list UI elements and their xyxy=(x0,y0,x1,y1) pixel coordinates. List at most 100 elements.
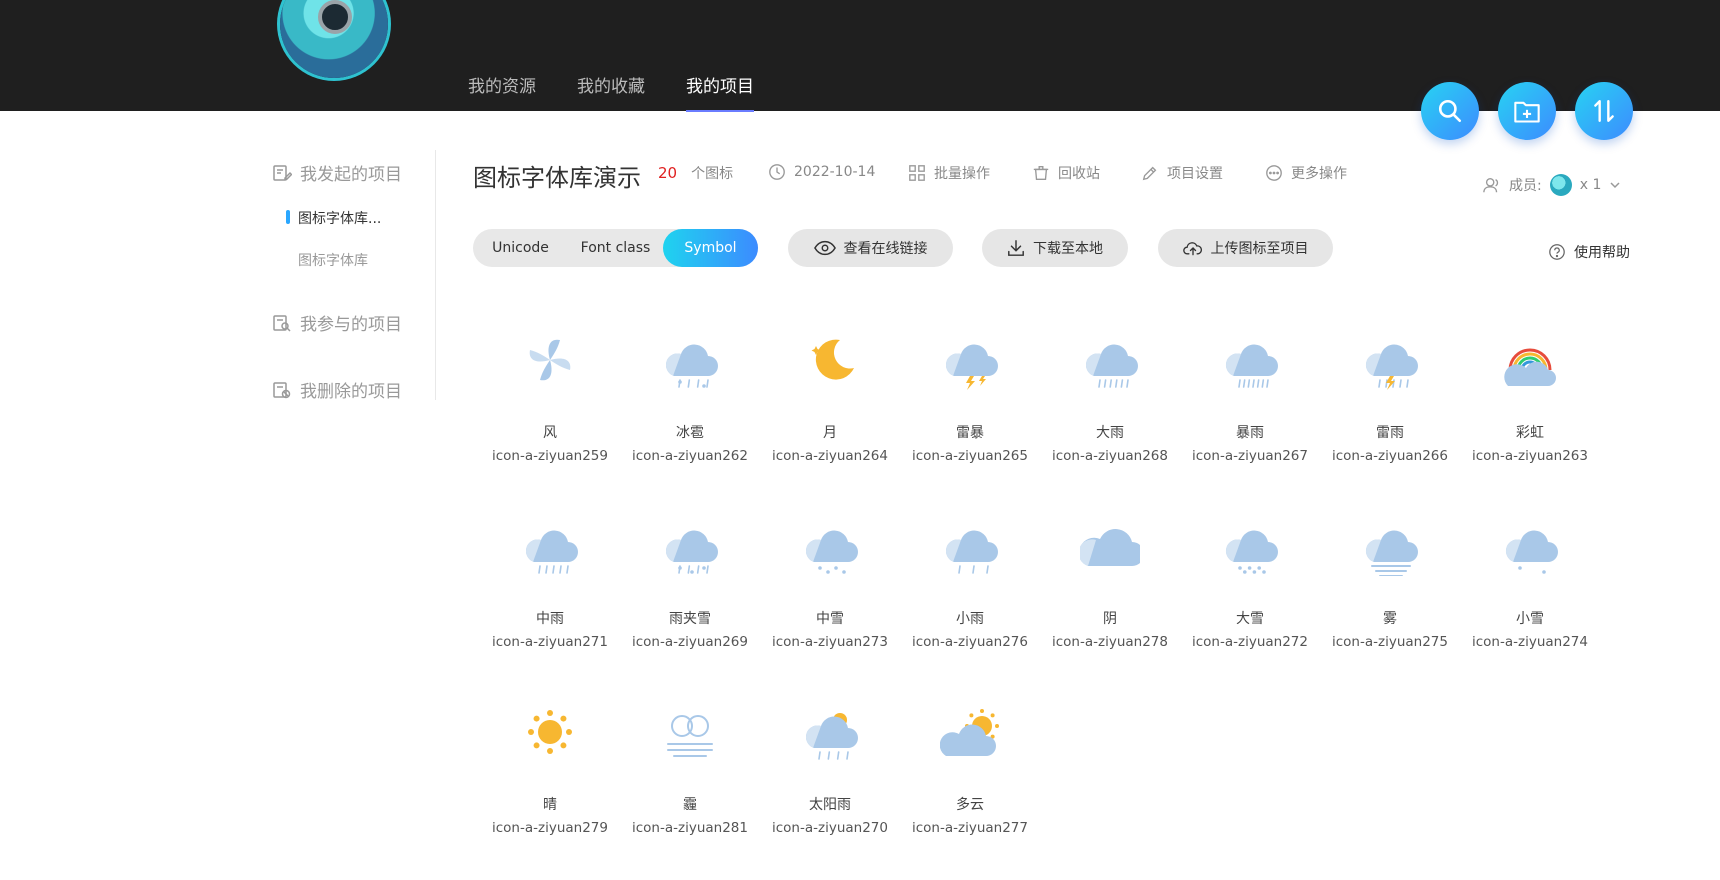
icon-name: 阴 xyxy=(1103,611,1117,627)
trash-icon xyxy=(1033,166,1049,180)
upload-icons-button[interactable]: 上传图标至项目 xyxy=(1158,229,1333,267)
icon-card[interactable]: 中雪 icon-a-ziyuan273 xyxy=(760,516,900,666)
icon-code: icon-a-ziyuan265 xyxy=(912,448,1028,464)
icon-code: icon-a-ziyuan275 xyxy=(1332,634,1448,650)
icon-name: 月 xyxy=(823,425,837,441)
icon-card[interactable]: 阴 icon-a-ziyuan278 xyxy=(1040,516,1180,666)
chevron-down-icon xyxy=(1610,182,1620,189)
heavy-snow-icon xyxy=(1225,530,1278,574)
icon-code: icon-a-ziyuan279 xyxy=(492,820,608,836)
light-rain-icon xyxy=(945,530,998,574)
icon-card[interactable]: 小雨 icon-a-ziyuan276 xyxy=(900,516,1040,666)
more-operations-button[interactable]: 更多操作 xyxy=(1265,163,1347,183)
help-label: 使用帮助 xyxy=(1574,245,1630,261)
project-settings-label: 项目设置 xyxy=(1167,166,1223,182)
user-avatar[interactable] xyxy=(280,0,388,78)
icon-card[interactable]: 彩虹 icon-a-ziyuan263 xyxy=(1460,330,1600,480)
rainbow-icon xyxy=(1504,348,1556,386)
icon-card[interactable]: 大雨 icon-a-ziyuan268 xyxy=(1040,330,1180,480)
nav-my-favorites[interactable]: 我的收藏 xyxy=(577,72,645,112)
icon-name: 雷雨 xyxy=(1376,425,1404,441)
nav-my-resources[interactable]: 我的资源 xyxy=(468,72,536,112)
batch-operation-button[interactable]: 批量操作 xyxy=(908,163,990,183)
project-date: 2022-10-14 xyxy=(768,163,875,181)
recycle-bin-button[interactable]: 回收站 xyxy=(1032,163,1100,183)
pencil-icon xyxy=(1142,166,1157,181)
new-folder-button[interactable] xyxy=(1498,82,1556,140)
more-icon xyxy=(1266,165,1282,181)
sort-icon xyxy=(1594,100,1614,122)
project-date-text: 2022-10-14 xyxy=(794,164,876,180)
grid-icon xyxy=(909,165,925,181)
icon-name: 风 xyxy=(543,425,557,441)
icon-code: icon-a-ziyuan276 xyxy=(912,634,1028,650)
help-button[interactable]: 使用帮助 xyxy=(1548,242,1630,262)
question-icon xyxy=(1549,244,1565,260)
tab-unicode[interactable]: Unicode xyxy=(473,229,568,267)
upload-icons-label: 上传图标至项目 xyxy=(1210,241,1309,257)
icon-card[interactable]: 风 icon-a-ziyuan259 xyxy=(480,330,620,480)
sidebar-deleted-projects[interactable]: 我删除的项目 xyxy=(272,377,402,402)
icon-code: icon-a-ziyuan277 xyxy=(912,820,1028,836)
icon-name: 大雨 xyxy=(1096,425,1124,441)
tab-symbol[interactable]: Symbol xyxy=(663,229,758,267)
icon-name: 大雪 xyxy=(1236,611,1264,627)
sidebar-item-project-2[interactable]: 图标字体库 xyxy=(298,250,368,270)
members-dropdown[interactable]: 成员: x 1 xyxy=(1483,174,1621,196)
icon-code: icon-a-ziyuan272 xyxy=(1192,634,1308,650)
icon-code: icon-a-ziyuan262 xyxy=(632,448,748,464)
download-button[interactable]: 下载至本地 xyxy=(982,229,1128,267)
icon-card[interactable]: 霾 icon-a-ziyuan281 xyxy=(620,702,760,852)
icon-code: icon-a-ziyuan273 xyxy=(772,634,888,650)
edit-list-icon xyxy=(273,164,292,181)
sidebar-item-project-1[interactable]: 图标字体库... xyxy=(298,208,381,228)
icon-card[interactable]: 冰雹 icon-a-ziyuan262 xyxy=(620,330,760,480)
icon-name: 雾 xyxy=(1383,611,1397,627)
search-list-icon xyxy=(273,314,291,332)
icon-name: 中雪 xyxy=(816,611,844,627)
icon-card[interactable]: 太阳雨 icon-a-ziyuan270 xyxy=(760,702,900,852)
eye-icon xyxy=(813,240,836,256)
search-button[interactable] xyxy=(1421,82,1479,140)
sidebar-initiated-projects[interactable]: 我发起的项目 xyxy=(272,160,402,185)
icon-card[interactable]: 雨夹雪 icon-a-ziyuan269 xyxy=(620,516,760,666)
icon-card[interactable]: 大雪 icon-a-ziyuan272 xyxy=(1180,516,1320,666)
icon-card[interactable]: 雷雨 icon-a-ziyuan266 xyxy=(1320,330,1460,480)
icon-name: 太阳雨 xyxy=(809,797,851,813)
icon-code: icon-a-ziyuan264 xyxy=(772,448,888,464)
icon-code: icon-a-ziyuan278 xyxy=(1052,634,1168,650)
icon-code: icon-a-ziyuan281 xyxy=(632,820,748,836)
icon-card[interactable]: 小雪 icon-a-ziyuan274 xyxy=(1460,516,1600,666)
haze-icon xyxy=(667,715,713,757)
icon-card[interactable]: 晴 icon-a-ziyuan279 xyxy=(480,702,620,852)
icon-code: icon-a-ziyuan263 xyxy=(1472,448,1588,464)
icon-card[interactable]: 月 icon-a-ziyuan264 xyxy=(760,330,900,480)
icon-card[interactable]: 多云 icon-a-ziyuan277 xyxy=(900,702,1040,852)
project-settings-button[interactable]: 项目设置 xyxy=(1141,163,1223,183)
members-label: 成员: xyxy=(1509,178,1542,194)
icon-card[interactable]: 雷暴 icon-a-ziyuan265 xyxy=(900,330,1040,480)
tab-font-class[interactable]: Font class xyxy=(568,229,663,267)
icon-card[interactable]: 暴雨 icon-a-ziyuan267 xyxy=(1180,330,1320,480)
sun-shower-icon xyxy=(805,713,858,760)
view-online-link-button[interactable]: 查看在线链接 xyxy=(788,229,953,267)
rainstorm-icon xyxy=(1225,344,1278,388)
nav-my-projects[interactable]: 我的项目 xyxy=(686,72,754,112)
deleted-list-icon xyxy=(273,381,291,398)
sort-button[interactable] xyxy=(1575,82,1633,140)
view-online-link-label: 查看在线链接 xyxy=(843,241,928,257)
code-type-tabs: Unicode Font class Symbol xyxy=(473,229,758,267)
sidebar-joined-projects[interactable]: 我参与的项目 xyxy=(272,310,402,335)
icon-name: 霾 xyxy=(683,797,697,813)
sidebar-joined-label: 我参与的项目 xyxy=(300,315,402,335)
moon-icon xyxy=(811,339,854,380)
user-icon xyxy=(1483,178,1499,193)
icon-card[interactable]: 雾 icon-a-ziyuan275 xyxy=(1320,516,1460,666)
icon-code: icon-a-ziyuan268 xyxy=(1052,448,1168,464)
project-sidebar: 我发起的项目 图标字体库... 图标字体库 我参与的项目 我删除的项目 xyxy=(270,150,436,402)
partly-cloudy-icon xyxy=(940,709,999,756)
sidebar-initiated-label: 我发起的项目 xyxy=(300,165,402,185)
icon-card[interactable]: 中雨 icon-a-ziyuan271 xyxy=(480,516,620,666)
icon-code: icon-a-ziyuan267 xyxy=(1192,448,1308,464)
moderate-rain-icon xyxy=(525,530,578,574)
